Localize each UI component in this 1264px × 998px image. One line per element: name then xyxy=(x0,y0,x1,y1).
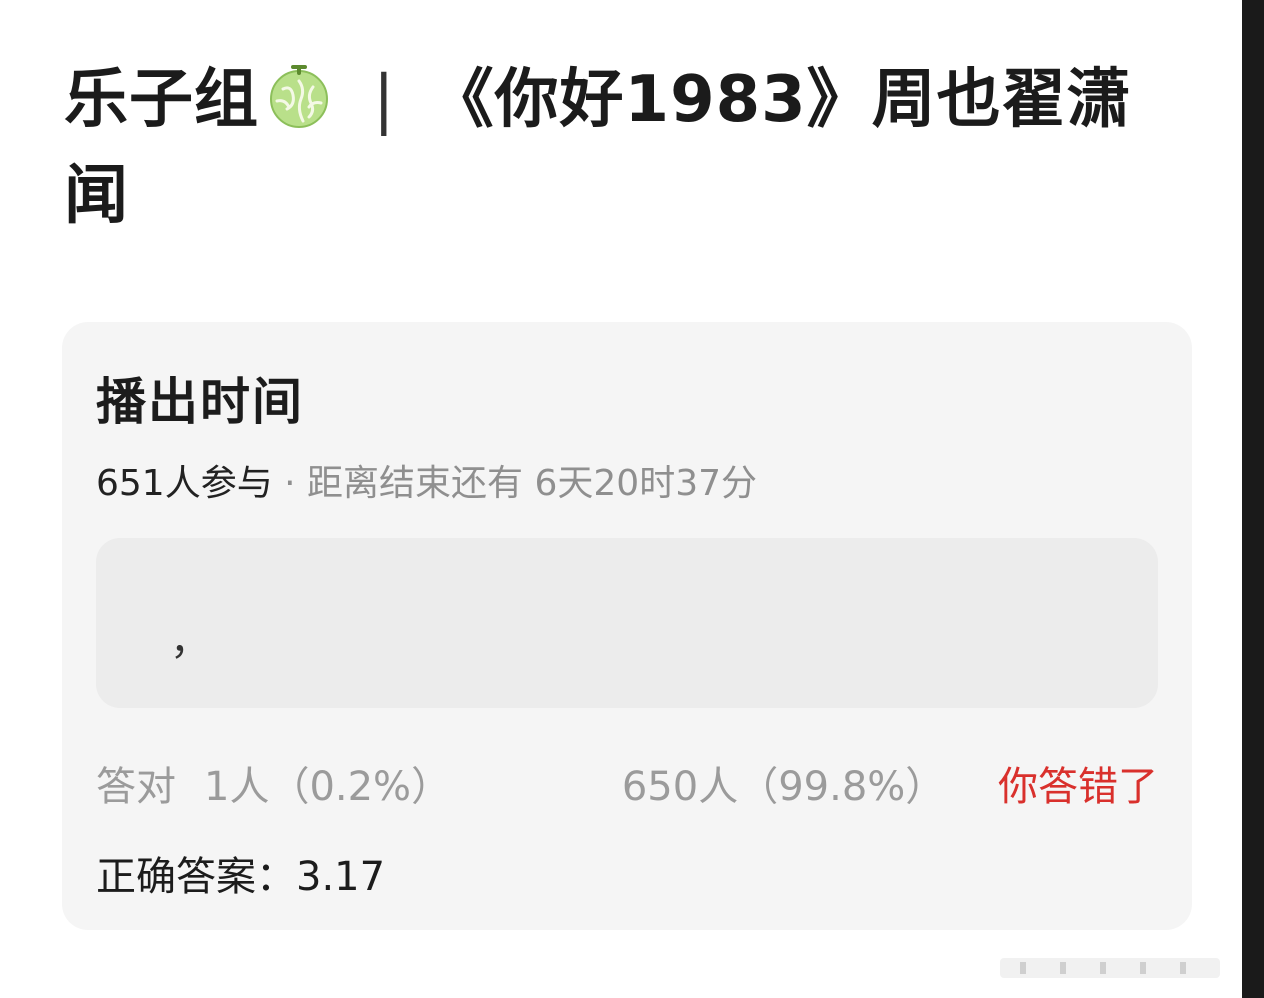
participant-count: 651人参与 xyxy=(96,463,273,504)
correct-label: 答对 xyxy=(96,764,176,810)
poll-results: 答对 1人（0.2%） 650人（99.8%） 你答错了 xyxy=(96,754,1158,814)
melon-icon xyxy=(263,59,335,131)
poll-option-text: ， xyxy=(170,618,210,664)
wrong-count: 650人（99.8%） xyxy=(621,764,946,810)
poll-card: 播出时间 651人参与 · 距离结束还有 6天20时37分 ， 答对 1人（0.2… xyxy=(62,322,1192,930)
watermark xyxy=(1000,958,1220,978)
time-remaining: · 距离结束还有 6天20时37分 xyxy=(284,463,758,504)
title-separator: | xyxy=(373,63,396,137)
wrong-label: 你答错了 xyxy=(998,764,1158,810)
poll-meta: 651人参与 · 距离结束还有 6天20时37分 xyxy=(96,454,757,506)
correct-answer: 正确答案：3.17 xyxy=(96,854,386,900)
post-page: 乐子组 | 《你好1983》周也翟潇闻 播出时间 651人参与 · 距离结束还有 … xyxy=(0,0,1264,998)
poll-title: 播出时间 xyxy=(96,373,304,431)
wrong-result: 650人（99.8%） 你答错了 xyxy=(622,754,1158,812)
edge-strip xyxy=(1242,0,1264,998)
post-title: 乐子组 | 《你好1983》周也翟潇闻 xyxy=(64,52,1194,244)
correct-count: 1人（0.2%） xyxy=(204,764,452,810)
title-prefix: 乐子组 xyxy=(64,63,259,137)
correct-result: 答对 1人（0.2%） xyxy=(96,754,451,812)
poll-option[interactable]: ， xyxy=(96,538,1158,708)
